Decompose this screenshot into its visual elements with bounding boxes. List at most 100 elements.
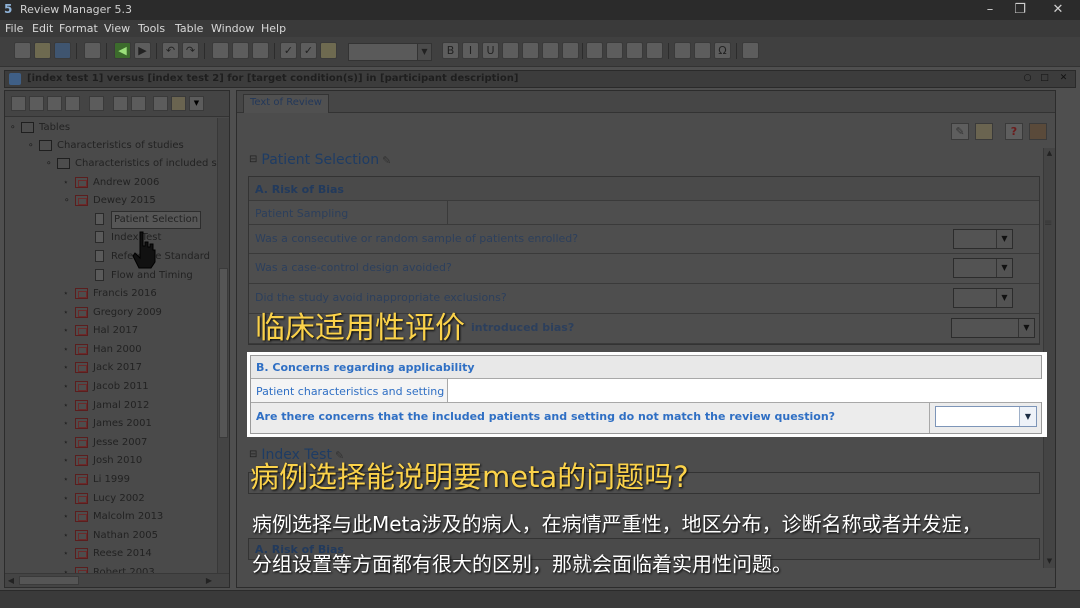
chevron-down-icon[interactable]: ▼	[996, 259, 1012, 277]
applicability-answer-dropdown[interactable]: ▼	[935, 406, 1037, 427]
chevron-down-icon[interactable]: ▼	[1019, 407, 1036, 426]
outline-horizontal-scrollbar[interactable]: ◀ ▶	[5, 573, 229, 587]
expander-icon[interactable]: ⋆	[63, 528, 73, 544]
scrollbar-thumb[interactable]	[19, 576, 79, 585]
new-document-icon[interactable]	[14, 42, 31, 59]
float-icon[interactable]: ○	[1021, 72, 1034, 85]
tab-text-of-review[interactable]: Text of Review	[243, 94, 329, 113]
chevron-down-icon[interactable]: ▼	[996, 289, 1012, 307]
expander-icon[interactable]: ⚬	[63, 193, 73, 209]
expander-icon[interactable]: ⋆	[63, 546, 73, 562]
chevron-down-icon[interactable]: ▼	[417, 44, 431, 60]
save-icon[interactable]	[54, 42, 71, 59]
expander-icon[interactable]: ⋆	[63, 509, 73, 525]
spell-check-all-icon[interactable]: ✓	[300, 42, 317, 59]
scroll-up-icon[interactable]: ▲	[1044, 148, 1055, 159]
menu-help[interactable]: Help	[261, 22, 286, 35]
note-icon[interactable]	[171, 96, 186, 111]
move-up-icon[interactable]	[113, 96, 128, 111]
bold-icon[interactable]: B	[442, 42, 459, 59]
undo-icon[interactable]: ↶	[162, 42, 179, 59]
paste-icon[interactable]	[252, 42, 269, 59]
insert-link-icon[interactable]	[674, 42, 691, 59]
expander-icon[interactable]: ⋆	[63, 398, 73, 414]
collapse-icon[interactable]: ⊟	[249, 154, 257, 165]
expander-icon[interactable]: ⋆	[63, 453, 73, 469]
edit-pencil-icon[interactable]: ✎	[951, 123, 969, 140]
chevron-down-icon[interactable]: ▼	[1018, 319, 1034, 337]
close-button[interactable]: ✕	[1048, 1, 1068, 19]
indent-icon[interactable]	[646, 42, 663, 59]
scroll-down-icon[interactable]: ▼	[1044, 556, 1055, 567]
chevron-down-icon[interactable]: ▼	[189, 96, 204, 111]
menu-tools[interactable]: Tools	[138, 22, 165, 35]
menu-table[interactable]: Table	[175, 22, 203, 35]
edit-pencil-icon[interactable]: ✎	[382, 154, 391, 167]
numbered-list-icon[interactable]	[606, 42, 623, 59]
menu-window[interactable]: Window	[211, 22, 254, 35]
table-icon[interactable]	[742, 42, 759, 59]
answer-dropdown[interactable]: ▼	[953, 229, 1013, 249]
link-icon[interactable]	[89, 96, 104, 111]
expander-icon[interactable]: ⋆	[63, 305, 73, 321]
back-arrow-icon[interactable]: ◀	[114, 42, 131, 59]
answer-dropdown[interactable]: ▼	[953, 258, 1013, 278]
expander-icon[interactable]: ⋆	[63, 435, 73, 451]
tree-icon[interactable]	[11, 96, 26, 111]
characteristics-text-field[interactable]	[447, 379, 1043, 402]
menu-format[interactable]: Format	[59, 22, 98, 35]
omega-symbol-icon[interactable]: Ω	[714, 42, 731, 59]
chevron-down-icon[interactable]: ▼	[996, 230, 1012, 248]
close-document-icon[interactable]: ✕	[1057, 72, 1070, 85]
expander-icon[interactable]: ⋆	[63, 472, 73, 488]
expander-icon[interactable]: ⋆	[63, 379, 73, 395]
outdent-icon[interactable]	[626, 42, 643, 59]
expander-icon[interactable]: ⋆	[63, 323, 73, 339]
answer-dropdown[interactable]: ▼	[953, 288, 1013, 308]
clear-format-icon[interactable]	[562, 42, 579, 59]
expander-icon[interactable]: ⚬	[45, 156, 55, 172]
outline-vertical-scrollbar[interactable]	[217, 118, 229, 573]
answer-dropdown[interactable]: ▼	[951, 318, 1035, 338]
minimize-button[interactable]: –	[980, 1, 1000, 19]
find-icon[interactable]	[320, 42, 337, 59]
open-folder-icon[interactable]	[34, 42, 51, 59]
expander-icon[interactable]: ⋆	[63, 416, 73, 432]
scrollbar-thumb[interactable]	[219, 268, 228, 438]
style-combo[interactable]: ▼	[348, 43, 432, 61]
spell-check-icon[interactable]: ✓	[280, 42, 297, 59]
tree-icon[interactable]	[47, 96, 62, 111]
book-icon[interactable]	[1029, 123, 1047, 140]
print-icon[interactable]	[84, 42, 101, 59]
cut-icon[interactable]	[212, 42, 229, 59]
scroll-right-icon[interactable]: ▶	[203, 574, 215, 587]
copy-icon[interactable]	[232, 42, 249, 59]
scroll-left-icon[interactable]: ◀	[5, 574, 17, 587]
expander-icon[interactable]: ⚬	[27, 138, 37, 154]
expander-icon[interactable]: ⋆	[63, 342, 73, 358]
menu-edit[interactable]: Edit	[32, 22, 53, 35]
forward-arrow-icon[interactable]: ▶	[134, 42, 151, 59]
expander-icon[interactable]: ⋆	[63, 491, 73, 507]
edit-pencil-icon[interactable]	[153, 96, 168, 111]
expander-icon[interactable]: ⋆	[63, 286, 73, 302]
expander-icon[interactable]: ⚬	[9, 120, 19, 136]
move-down-icon[interactable]	[131, 96, 146, 111]
tree-icon[interactable]	[29, 96, 44, 111]
tree-icon[interactable]	[65, 96, 80, 111]
bullet-list-icon[interactable]	[586, 42, 603, 59]
superscript-icon[interactable]	[502, 42, 519, 59]
menu-file[interactable]: File	[5, 22, 23, 35]
splitter-grip-icon[interactable]: ≡	[1044, 219, 1056, 234]
expander-icon[interactable]: ⋆	[63, 360, 73, 376]
expander-icon[interactable]: ⋆	[63, 175, 73, 191]
help-icon[interactable]: ?	[1005, 123, 1023, 140]
italic-icon[interactable]: I	[462, 42, 479, 59]
note-icon[interactable]	[975, 123, 993, 140]
subscript-icon[interactable]	[522, 42, 539, 59]
insert-image-icon[interactable]	[694, 42, 711, 59]
redo-icon[interactable]: ↷	[182, 42, 199, 59]
expander-icon[interactable]: ⋆	[63, 565, 73, 573]
menu-view[interactable]: View	[104, 22, 130, 35]
maximize-icon[interactable]: □	[1038, 72, 1051, 85]
